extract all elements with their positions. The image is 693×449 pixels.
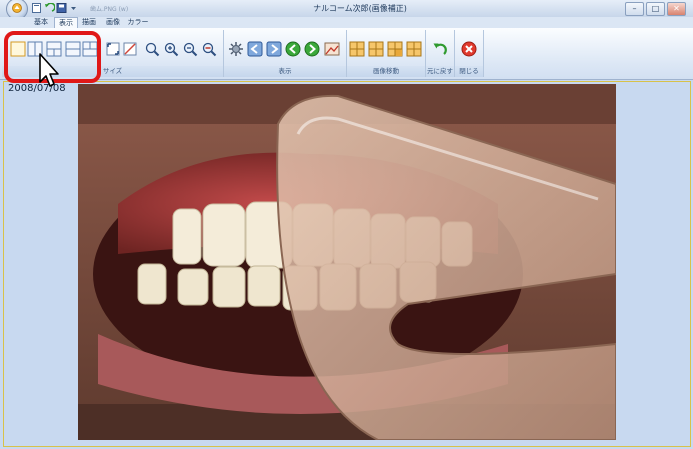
arrow-right-box-icon (266, 41, 282, 57)
ribbon-group-label-image-move: 画像移動 (347, 66, 425, 77)
ribbon-group-label-undo: 元に戻す (426, 66, 454, 77)
grid-move-icon (368, 41, 384, 57)
image-view-button[interactable] (324, 41, 340, 57)
zoom-out-more-button[interactable] (201, 41, 217, 57)
window-title: ナルコーム次郎(画像補正) (313, 4, 407, 13)
ribbon-group-close: 閉じる (455, 30, 484, 77)
gear-icon (229, 42, 243, 56)
app-window: 歯ム.PNG (w) ナルコーム次郎(画像補正) – □ ✕ 基本 表示 描画 … (0, 0, 693, 449)
zoom-in-button[interactable] (163, 41, 179, 57)
close-image-button[interactable] (461, 41, 477, 57)
fit-window-icon (106, 42, 120, 56)
maximize-button[interactable]: □ (646, 2, 665, 16)
move-grid-4-button[interactable] (406, 41, 422, 57)
zoom-out-more-icon (202, 42, 217, 57)
ribbon-group-undo: 元に戻す (426, 30, 455, 77)
zoom-out-icon (183, 42, 198, 57)
app-logo-icon (12, 3, 22, 13)
actual-size-button[interactable] (122, 41, 138, 57)
picture-icon (324, 42, 340, 56)
ribbon-group-label-close: 閉じる (455, 66, 483, 77)
grid-move-icon (349, 41, 365, 57)
dental-photo-image (78, 84, 616, 440)
ribbon-tabs: 基本 表示 描画 画像 カラー (0, 17, 693, 29)
ribbon: サイズ 表示 画像移動 元に戻す 閉じる (0, 28, 693, 80)
close-icon (461, 41, 477, 57)
tab-image[interactable]: 画像 (102, 17, 124, 28)
tab-draw[interactable]: 描画 (78, 17, 100, 28)
arrow-left-box-icon (247, 41, 263, 57)
mouse-cursor-icon (39, 53, 59, 87)
undo-arrow-icon (433, 43, 447, 55)
move-grid-2-button[interactable] (368, 41, 384, 57)
next-image-button[interactable] (304, 41, 320, 57)
arrow-right-circle-icon (304, 41, 320, 57)
dental-photo[interactable] (78, 84, 616, 440)
settings-button[interactable] (228, 41, 244, 57)
tab-basic[interactable]: 基本 (30, 17, 52, 28)
qat-filename: 歯ム.PNG (w) (90, 6, 129, 13)
move-grid-1-button[interactable] (349, 41, 365, 57)
grid-move-icon (406, 41, 422, 57)
next-page-button[interactable] (266, 41, 282, 57)
move-grid-3-button[interactable] (387, 41, 403, 57)
zoom-out-button[interactable] (182, 41, 198, 57)
ribbon-group-image-move: 画像移動 (347, 30, 426, 77)
fit-window-button[interactable] (105, 41, 121, 57)
close-window-button[interactable]: ✕ (667, 2, 686, 16)
zoom-fit-icon (145, 42, 160, 57)
zoom-in-icon (164, 42, 179, 57)
undo-icon[interactable] (44, 3, 55, 13)
tab-color[interactable]: カラー (126, 17, 150, 28)
minimize-button[interactable]: – (625, 2, 644, 16)
undo-button[interactable] (432, 41, 448, 57)
new-file-icon[interactable] (31, 3, 42, 13)
grid-move-icon (387, 41, 403, 57)
prev-image-button[interactable] (285, 41, 301, 57)
title-bar: 歯ム.PNG (w) ナルコーム次郎(画像補正) – □ ✕ (0, 0, 693, 20)
ribbon-group-display: 表示 (224, 30, 347, 77)
qat-dropdown-icon[interactable] (68, 3, 79, 13)
actual-size-icon (123, 42, 137, 56)
zoom-fit-button[interactable] (144, 41, 160, 57)
save-icon[interactable] (56, 3, 67, 13)
prev-page-button[interactable] (247, 41, 263, 57)
arrow-left-circle-icon (285, 41, 301, 57)
ribbon-group-label-display: 表示 (224, 66, 346, 77)
